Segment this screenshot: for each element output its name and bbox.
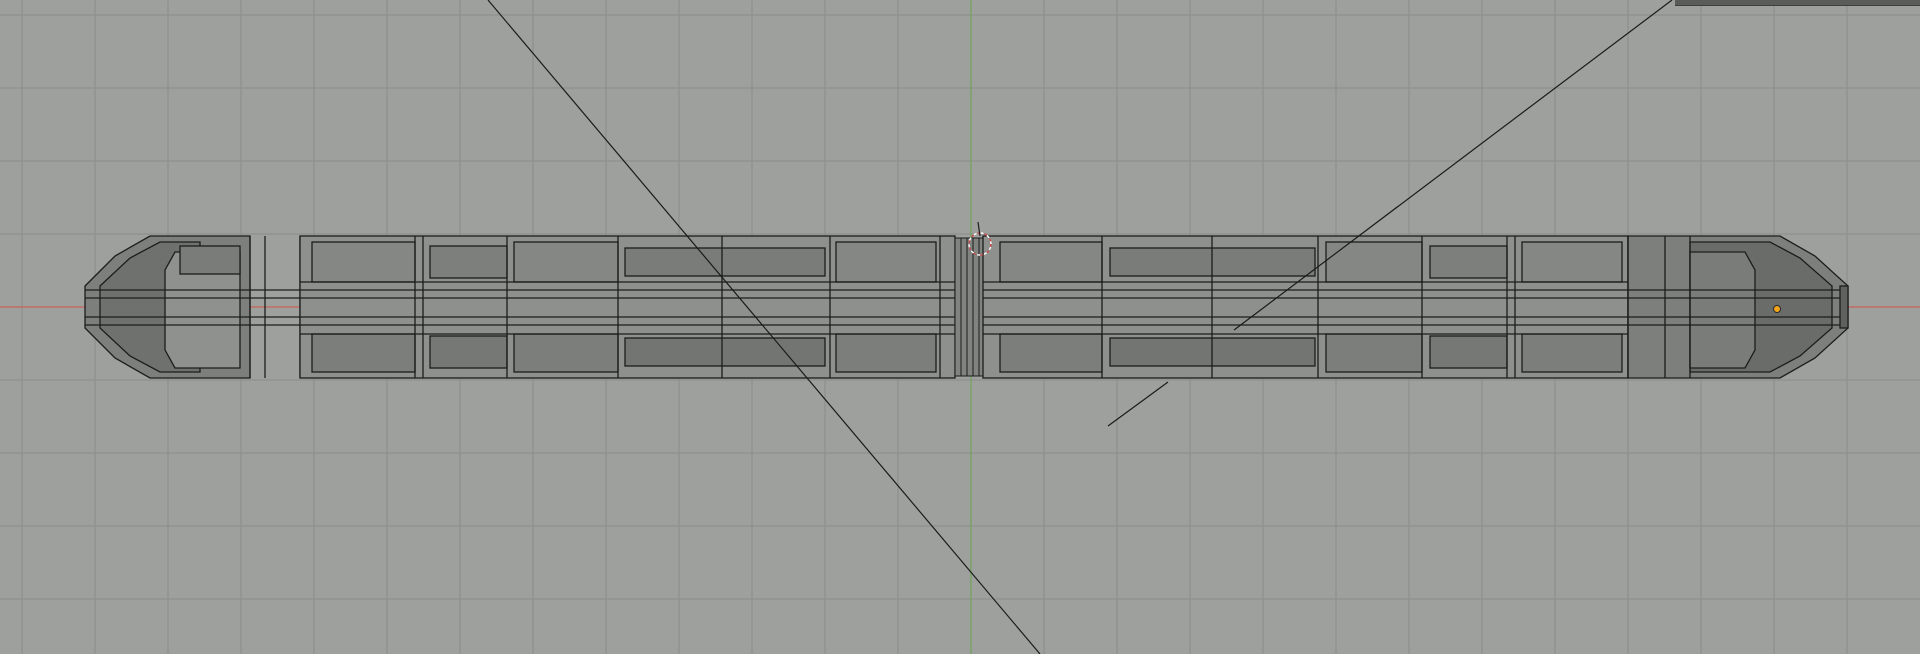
3d-viewport[interactable] <box>0 0 1920 654</box>
coupling-bellows[interactable] <box>954 237 984 377</box>
left-cab-window-upper <box>179 245 241 275</box>
header-corner-tab[interactable] <box>1675 0 1920 6</box>
train-car-right[interactable] <box>982 235 1849 379</box>
lamp-origin-dot-icon[interactable] <box>1773 305 1781 313</box>
viewport-canvas[interactable] <box>0 0 1920 654</box>
train-car-left[interactable] <box>84 235 956 379</box>
